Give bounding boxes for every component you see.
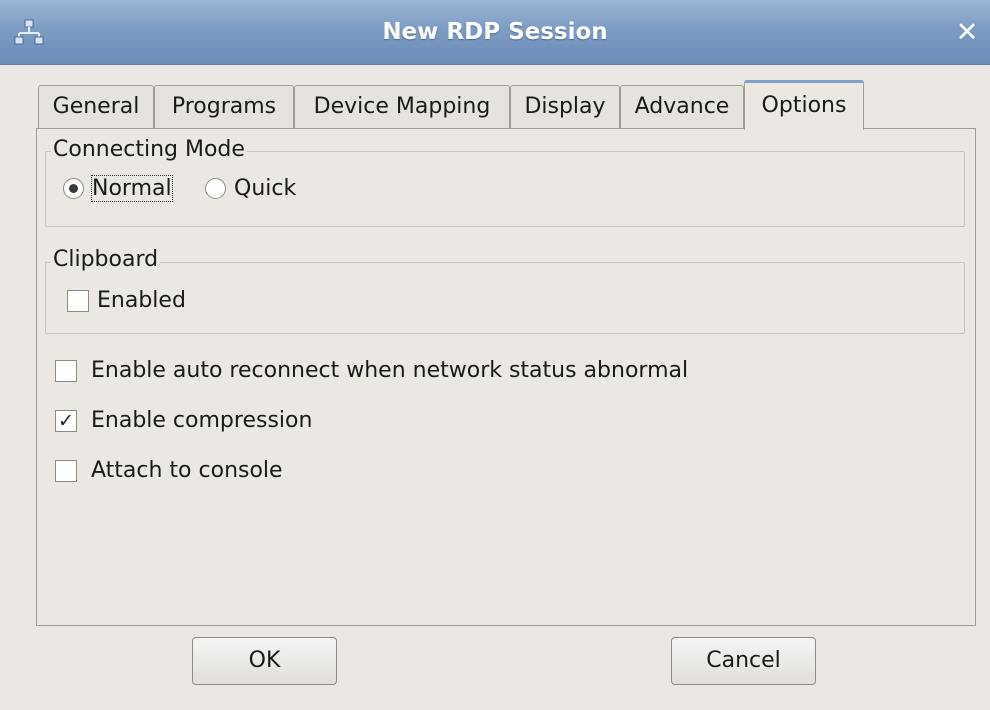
close-button[interactable]: ✕ <box>950 16 984 50</box>
options-panel: Connecting Mode Normal Quick Clipboard E… <box>36 128 976 626</box>
auto-reconnect-option[interactable]: Enable auto reconnect when network statu… <box>55 358 688 383</box>
radio-normal-label: Normal <box>91 175 173 202</box>
auto-reconnect-checkbox[interactable] <box>55 359 77 382</box>
tab-label: General <box>52 94 140 119</box>
radio-quick[interactable]: Quick <box>205 176 296 201</box>
compression-checkbox[interactable]: ✓ <box>55 409 77 432</box>
ok-button[interactable]: OK <box>192 637 337 685</box>
attach-console-checkbox[interactable] <box>55 459 77 482</box>
tab-advance[interactable]: Advance <box>620 85 744 129</box>
window-title: New RDP Session <box>382 19 608 45</box>
radio-button-selected[interactable] <box>63 178 84 199</box>
title-bar[interactable]: New RDP Session ✕ <box>0 0 990 65</box>
tab-options[interactable]: Options <box>744 80 864 130</box>
compression-option[interactable]: ✓ Enable compression <box>55 408 312 433</box>
clipboard-enabled-label: Enabled <box>97 288 186 313</box>
tab-general[interactable]: General <box>38 85 154 129</box>
tab-device-mapping[interactable]: Device Mapping <box>294 85 510 129</box>
tab-label: Programs <box>171 94 277 119</box>
cancel-button[interactable]: Cancel <box>671 637 816 685</box>
radio-quick-label: Quick <box>234 176 297 201</box>
clipboard-enabled-checkbox[interactable] <box>67 289 89 312</box>
tab-label: Device Mapping <box>313 94 491 119</box>
tab-label: Options <box>761 93 847 118</box>
tab-programs[interactable]: Programs <box>154 85 294 129</box>
compression-label: Enable compression <box>91 408 313 433</box>
ok-button-label: OK <box>248 648 281 673</box>
tab-display[interactable]: Display <box>510 85 620 129</box>
close-icon: ✕ <box>955 17 979 48</box>
clipboard-label: Clipboard <box>51 247 161 273</box>
cancel-button-label: Cancel <box>706 648 781 673</box>
tab-label: Display <box>524 94 606 119</box>
clipboard-enabled-option[interactable]: Enabled <box>67 288 186 313</box>
connecting-mode-label: Connecting Mode <box>51 137 247 163</box>
checkmark-icon: ✓ <box>58 409 74 432</box>
radio-normal[interactable]: Normal <box>63 175 173 202</box>
tab-label: Advance <box>634 94 730 119</box>
auto-reconnect-label: Enable auto reconnect when network statu… <box>91 358 689 383</box>
attach-console-option[interactable]: Attach to console <box>55 458 283 483</box>
attach-console-label: Attach to console <box>91 458 283 483</box>
radio-button[interactable] <box>205 178 226 199</box>
